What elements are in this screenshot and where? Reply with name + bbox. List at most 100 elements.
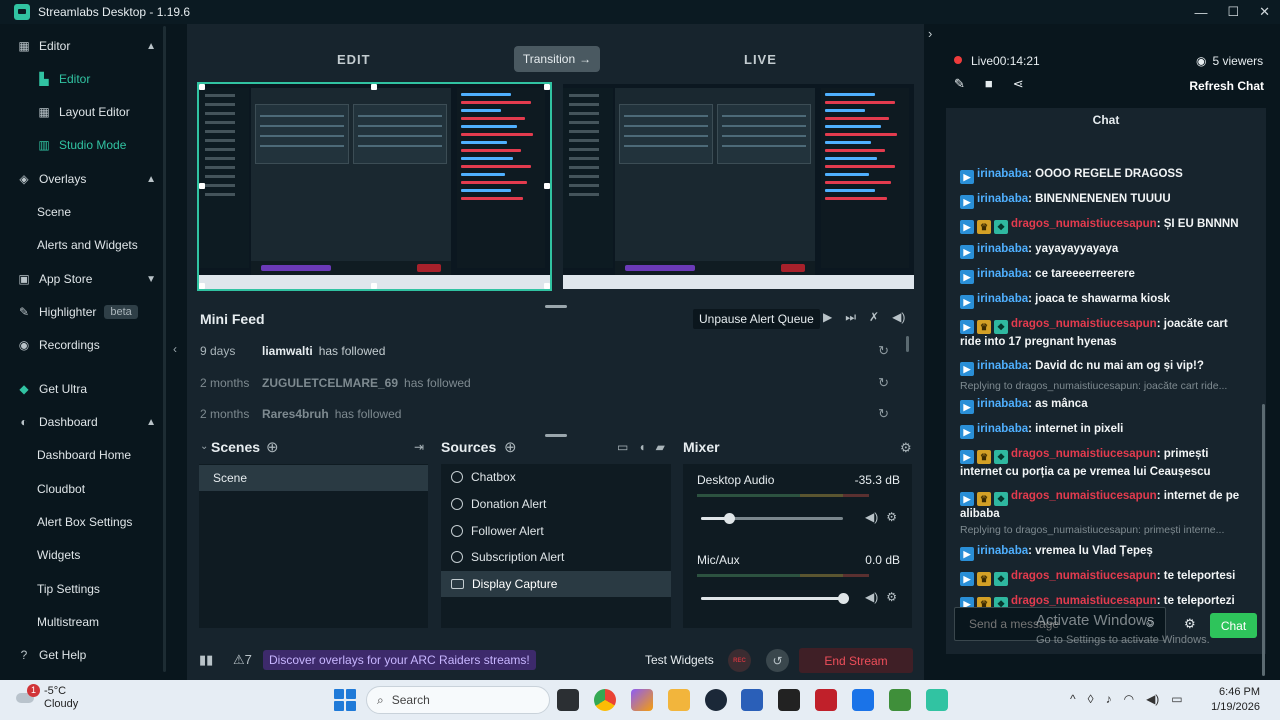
resize-handle[interactable]	[199, 183, 205, 189]
monitor-icon[interactable]: ▭	[617, 440, 628, 454]
resize-grip[interactable]	[545, 434, 567, 437]
nav-dashboard-group[interactable]: ◐ Dashboard ▲	[0, 406, 170, 438]
streamlabs-taskbar-icon[interactable]	[926, 689, 948, 711]
chat-username[interactable]: irinababa	[977, 423, 1028, 435]
taskbar-clock[interactable]: 6:46 PM 1/19/2026	[1211, 685, 1260, 715]
volume-icon[interactable]: ◀)	[892, 310, 905, 325]
gear-icon[interactable]: ⚙	[886, 590, 897, 604]
taskbar-search[interactable]: ⌕ Search	[366, 686, 550, 714]
emoji-icon[interactable]: ☺	[1144, 616, 1156, 630]
nav-item-layout-editor[interactable]: ▦ Layout Editor	[0, 96, 170, 128]
source-item[interactable]: Chatbox	[441, 464, 671, 490]
chat-username[interactable]: dragos_numaistiucesapun	[1011, 490, 1157, 502]
nav-item-recordings[interactable]: ◉ Recordings	[0, 329, 170, 361]
nav-item-app-store[interactable]: ▣ App Store ▼	[0, 263, 170, 295]
chat-username[interactable]: dragos_numaistiucesapun	[1011, 595, 1157, 607]
promo-banner[interactable]: Discover overlays for your ARC Raiders s…	[263, 650, 536, 670]
speaker-icon[interactable]: ◀)	[865, 510, 878, 524]
edit-stream-info-icon[interactable]: ✎	[954, 76, 965, 92]
record-button[interactable]: REC	[728, 649, 751, 672]
resize-handle[interactable]	[371, 283, 377, 289]
gear-icon[interactable]: ⚙	[1184, 616, 1196, 632]
minimize-button[interactable]: —	[1194, 5, 1207, 20]
performance-stats-icon[interactable]: ▮▮	[199, 652, 213, 668]
nav-item-alert-box-settings[interactable]: Alert Box Settings	[0, 506, 170, 538]
nav-item-dashboard-home[interactable]: Dashboard Home	[0, 439, 170, 471]
roblox-icon[interactable]	[778, 689, 800, 711]
replay-icon[interactable]: ↻	[878, 343, 889, 359]
refresh-chat-button[interactable]: Refresh Chat	[1189, 79, 1264, 93]
volume-slider[interactable]	[701, 593, 849, 604]
edit-preview[interactable]	[197, 82, 552, 291]
chat-username[interactable]: irinababa	[977, 193, 1028, 205]
chat-username[interactable]: irinababa	[977, 293, 1028, 305]
resize-handle[interactable]	[544, 183, 550, 189]
chat-username[interactable]: irinababa	[977, 360, 1028, 372]
nav-item-cloudbot[interactable]: Cloudbot	[0, 473, 170, 505]
gear-icon[interactable]: ⚙	[886, 510, 897, 524]
nav-item-widgets[interactable]: Widgets	[0, 539, 170, 571]
folder-icon[interactable]: ▰	[656, 440, 665, 454]
nav-item-tip-settings[interactable]: Tip Settings	[0, 573, 170, 605]
microphone-icon[interactable]: ♪	[1106, 692, 1112, 706]
battery-icon[interactable]: ▭	[1171, 692, 1182, 706]
resize-grip[interactable]	[545, 305, 567, 308]
volume-slider[interactable]	[701, 513, 843, 524]
add-source-icon[interactable]: ⊕	[504, 438, 517, 456]
maximize-button[interactable]: ☐	[1227, 4, 1239, 20]
nav-item-editor[interactable]: ▙ Editor	[0, 63, 170, 95]
source-item[interactable]: Subscription Alert	[441, 544, 671, 570]
copilot-icon[interactable]	[631, 689, 653, 711]
nav-item-multistream[interactable]: Multistream	[0, 606, 170, 638]
chat-username[interactable]: dragos_numaistiucesapun	[1011, 570, 1157, 582]
transition-button[interactable]: Transition →	[514, 46, 600, 72]
task-view-icon[interactable]	[557, 689, 579, 711]
end-stream-button[interactable]: End Stream	[799, 648, 913, 673]
scene-transition-icon[interactable]: ⇥	[414, 440, 424, 454]
nav-overlays-group[interactable]: ◈ Overlays ▲	[0, 163, 170, 195]
chat-username[interactable]: irinababa	[977, 545, 1028, 557]
chat-username[interactable]: irinababa	[977, 398, 1028, 410]
weather-widget[interactable]: 1 -5°C Cloudy	[14, 684, 78, 711]
wifi-icon[interactable]: ◠	[1124, 692, 1134, 706]
file-explorer-icon[interactable]	[668, 689, 690, 711]
gear-icon[interactable]: ⚙	[900, 440, 912, 456]
nav-item-studio-mode[interactable]: ▥ Studio Mode	[0, 129, 170, 161]
chevron-right-icon[interactable]: ›	[928, 26, 932, 41]
nav-item-scene[interactable]: Scene	[0, 196, 170, 228]
share-icon[interactable]: ⋖	[1013, 76, 1024, 92]
nav-scrollbar[interactable]	[163, 26, 166, 672]
play-icon[interactable]: ▶	[823, 310, 832, 325]
feed-scrollbar[interactable]	[906, 336, 909, 352]
resize-handle[interactable]	[544, 84, 550, 90]
chat-send-button[interactable]: Chat	[1210, 613, 1257, 638]
unpause-alert-queue-button[interactable]: Unpause Alert Queue	[693, 309, 820, 329]
source-item[interactable]: Donation Alert	[441, 491, 671, 517]
scene-item[interactable]: Scene	[199, 465, 428, 491]
nav-item-alerts-widgets[interactable]: Alerts and Widgets	[0, 229, 170, 261]
chat-username[interactable]: dragos_numaistiucesapun	[1011, 218, 1157, 230]
resize-handle[interactable]	[199, 84, 205, 90]
chat-scrollbar[interactable]	[1262, 404, 1265, 676]
collapse-left-icon[interactable]: ‹	[173, 342, 177, 356]
chat-username[interactable]: irinababa	[977, 243, 1028, 255]
audio-icon[interactable]: ◖	[638, 440, 645, 454]
replay-icon[interactable]: ↻	[878, 375, 889, 391]
shield-icon[interactable]: ◊	[1088, 692, 1094, 706]
chrome-icon[interactable]	[594, 689, 616, 711]
close-button[interactable]: ✕	[1259, 4, 1270, 20]
alert-notifications[interactable]: ⚠7	[233, 652, 252, 668]
chevron-up-icon[interactable]: ^	[1070, 692, 1076, 706]
chat-username[interactable]: dragos_numaistiucesapun	[1011, 448, 1157, 460]
game-app-icon[interactable]	[815, 689, 837, 711]
minecraft-icon[interactable]	[889, 689, 911, 711]
replay-icon[interactable]: ↻	[878, 406, 889, 422]
speaker-icon[interactable]: ◀)	[865, 590, 878, 604]
windows-start-icon[interactable]	[334, 689, 356, 711]
nav-item-get-ultra[interactable]: ◆ Get Ultra	[0, 373, 170, 405]
add-scene-icon[interactable]: ⊕	[266, 438, 279, 456]
source-item[interactable]: Follower Alert	[441, 518, 671, 544]
chevron-down-icon[interactable]: ⌄	[200, 441, 208, 452]
steam-icon[interactable]	[705, 689, 727, 711]
store-icon[interactable]	[741, 689, 763, 711]
